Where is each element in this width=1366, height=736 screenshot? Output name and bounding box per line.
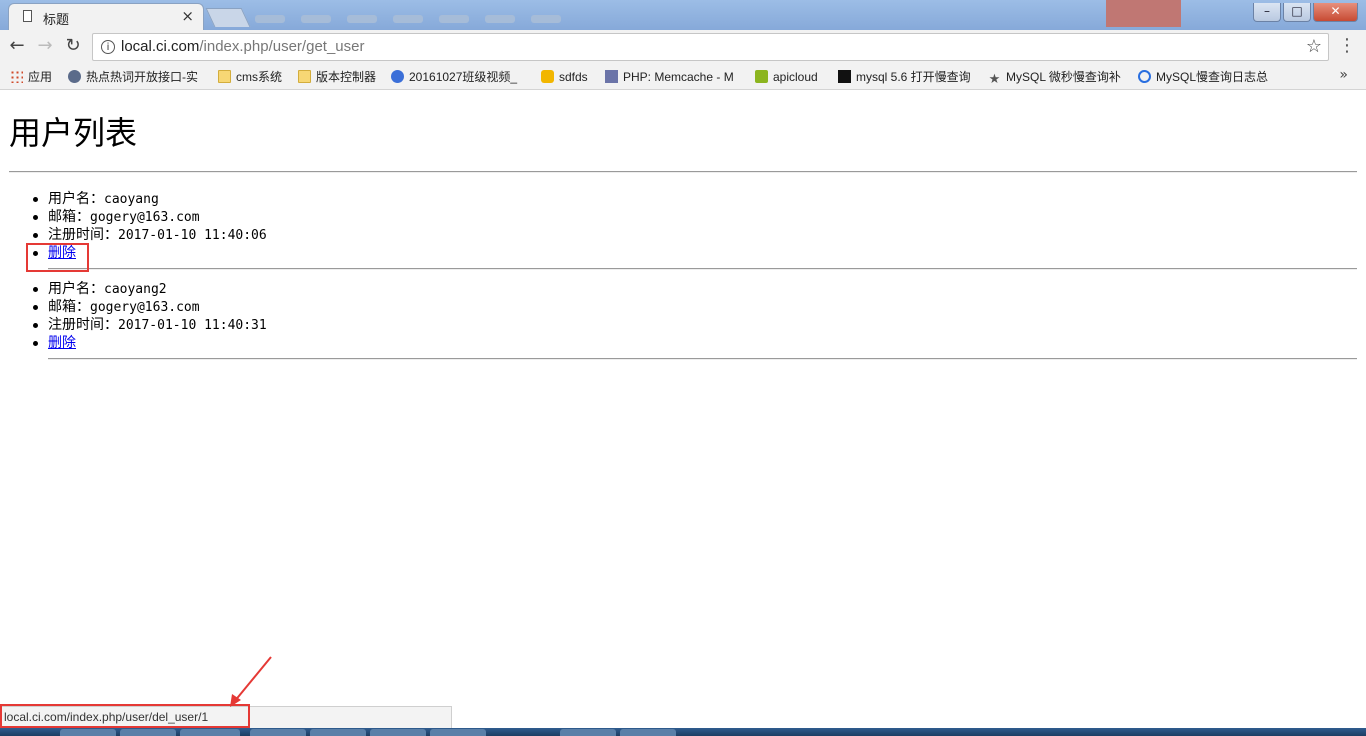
divider (9, 171, 1357, 173)
network-icon (391, 70, 404, 83)
list-item: 注册时间：2017-01-10 11:40:06 (33, 226, 1357, 244)
bookmarks-bar: 应用 热点热词开放接口-实 cms系统 版本控制器 20161027班级视频_ … (0, 64, 1366, 90)
regtime-value: 2017-01-10 11:40:06 (118, 228, 267, 243)
bookmark-star-icon[interactable]: ☆ (1306, 36, 1322, 57)
minimize-button[interactable]: – (1253, 3, 1281, 22)
address-bar[interactable]: i local.ci.com/index.php/user/get_user ☆ (92, 33, 1329, 61)
apps-grid-icon (10, 70, 23, 83)
new-tab-button[interactable] (205, 8, 251, 27)
list-item: 删除 (33, 334, 1357, 352)
maximize-button[interactable]: □ (1283, 3, 1311, 22)
browser-menu-icon[interactable]: ⋮ (1338, 36, 1356, 56)
reload-button[interactable]: ↻ (62, 35, 84, 57)
tab-close-button[interactable]: × (181, 7, 194, 25)
username-value: caoyang2 (104, 282, 167, 297)
browser-tab[interactable]: 标题 × (8, 3, 204, 30)
bookmark-item[interactable]: MySQL慢查询日志总 (1138, 68, 1268, 86)
bookmark-item[interactable]: mysql 5.6 打开慢查询 (838, 68, 971, 86)
divider (48, 358, 1357, 360)
star-icon: ★ (988, 71, 1001, 86)
bookmark-item[interactable]: cms系统 (218, 68, 282, 86)
window-controls: – □ ✕ (1251, 0, 1358, 22)
taskbar (0, 728, 1366, 736)
username-value: caoyang (104, 192, 159, 207)
ring-icon (1138, 70, 1151, 83)
blurred-region (1106, 0, 1181, 27)
php-icon (605, 70, 618, 83)
regtime-value: 2017-01-10 11:40:31 (118, 318, 267, 333)
delete-link[interactable]: 删除 (48, 335, 76, 351)
bookmark-item[interactable]: 热点热词开放接口-实 (68, 68, 198, 86)
bookmark-item[interactable]: apicloud (755, 68, 818, 86)
gear-icon (68, 70, 81, 83)
bookmark-item[interactable]: 20161027班级视频_ (391, 68, 517, 86)
browser-toolbar: ← → ↻ i local.ci.com/index.php/user/get_… (0, 30, 1366, 64)
forward-button[interactable]: → (34, 35, 56, 57)
close-window-button[interactable]: ✕ (1313, 3, 1358, 22)
v-icon (838, 70, 851, 83)
hand-icon (541, 70, 554, 83)
blurred-tab-strip (255, 8, 705, 24)
page-content: 用户列表 用户名：caoyang 邮箱：gogery@163.com 注册时间：… (0, 90, 1366, 702)
bookmark-apps[interactable]: 应用 (10, 68, 52, 86)
list-item: 邮箱：gogery@163.com (33, 208, 1357, 226)
list-item: 用户名：caoyang2 (33, 280, 1357, 298)
email-value: gogery@163.com (90, 210, 200, 225)
divider (48, 268, 1357, 270)
email-value: gogery@163.com (90, 300, 200, 315)
folder-icon (218, 70, 231, 83)
tab-title: 标题 (43, 13, 70, 28)
page-title: 用户列表 (9, 114, 138, 152)
user-entry: 用户名：caoyang2 邮箱：gogery@163.com 注册时间：2017… (33, 280, 1357, 352)
url-text[interactable]: local.ci.com/index.php/user/get_user (121, 38, 364, 55)
apicloud-icon (755, 70, 768, 83)
bookmark-item[interactable]: 版本控制器 (298, 68, 376, 86)
bookmark-item[interactable]: ★ MySQL 微秒慢查询补 (988, 68, 1121, 86)
user-entry: 用户名：caoyang 邮箱：gogery@163.com 注册时间：2017-… (33, 190, 1357, 262)
list-item: 用户名：caoyang (33, 190, 1357, 208)
back-button[interactable]: ← (6, 35, 28, 57)
list-item: 删除 (33, 244, 1357, 262)
info-icon[interactable]: i (101, 40, 115, 54)
list-item: 邮箱：gogery@163.com (33, 298, 1357, 316)
bookmark-item[interactable]: PHP: Memcache - M (605, 68, 734, 86)
list-item: 注册时间：2017-01-10 11:40:31 (33, 316, 1357, 334)
window-title-bar: 标题 × – □ ✕ (0, 0, 1366, 30)
bookmark-item[interactable]: sdfds (541, 68, 588, 86)
document-icon (23, 10, 32, 22)
bookmarks-more-icon[interactable]: » (1339, 67, 1348, 83)
annotation-highlight-box (26, 243, 89, 272)
annotation-highlight-box (0, 704, 250, 728)
folder-icon (298, 70, 311, 83)
